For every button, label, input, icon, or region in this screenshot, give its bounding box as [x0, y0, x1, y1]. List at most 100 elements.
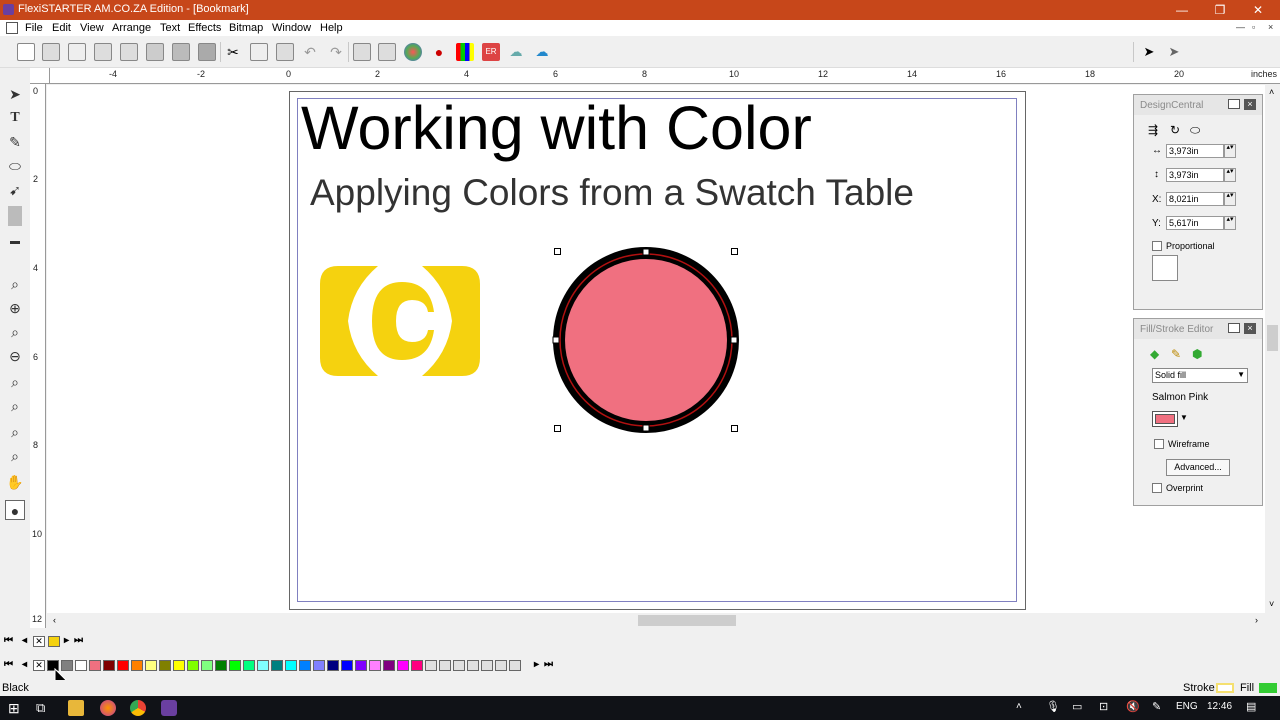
color-picker-icon[interactable]: ● [430, 43, 448, 61]
wireframe-checkbox[interactable] [1154, 439, 1164, 449]
menu-edit[interactable]: Edit [52, 22, 71, 34]
swatch-table-icon[interactable] [456, 43, 474, 61]
vertical-scrollbar[interactable]: ˄ ˅ [1265, 85, 1280, 613]
color-swatch[interactable] [75, 660, 87, 671]
pattern-swatch[interactable] [509, 660, 521, 671]
color-swatch[interactable] [355, 660, 367, 671]
shape-tab-icon[interactable]: ⬭ [1190, 123, 1200, 138]
volume-icon[interactable]: 🔇 [1126, 700, 1140, 713]
microphone-icon[interactable]: 🎙 [1046, 700, 1060, 713]
color-swatch[interactable] [257, 660, 269, 671]
color-swatch[interactable] [103, 660, 115, 671]
scroll-up-icon[interactable]: ˄ [1269, 87, 1274, 97]
print-icon[interactable] [146, 43, 164, 61]
y-stepper[interactable]: ▴▾ [1224, 216, 1236, 230]
color-swatch[interactable] [187, 660, 199, 671]
pattern-swatch[interactable] [467, 660, 479, 671]
recent-swatch[interactable] [48, 636, 60, 647]
menu-effects[interactable]: Effects [188, 22, 221, 34]
menu-text[interactable]: Text [160, 22, 180, 34]
windows-start-icon[interactable]: ⊞ [8, 700, 24, 716]
language-indicator[interactable]: ENG [1176, 701, 1198, 712]
pattern-swatch[interactable] [481, 660, 493, 671]
prev-arrow-icon[interactable]: ◂ [22, 635, 27, 646]
node-tool-icon[interactable]: ➹ [5, 180, 25, 200]
zoom-selected-icon[interactable]: ⌕ [5, 396, 25, 416]
document-heading[interactable]: Working with Color [301, 93, 812, 163]
panel-close-button[interactable]: × [1244, 323, 1256, 334]
first-arrow-icon[interactable]: ⏮ [4, 635, 13, 646]
color-swatch[interactable] [159, 660, 171, 671]
color-swatch[interactable] [341, 660, 353, 671]
effects-tab-icon[interactable]: ⬢ [1192, 347, 1202, 361]
fill-color-indicator[interactable] [1259, 683, 1277, 693]
battery-icon[interactable]: ▭ [1072, 700, 1082, 713]
fill-tab-icon[interactable]: ◆ [1150, 347, 1159, 361]
zoom-out-icon[interactable]: ⊖ [5, 346, 25, 366]
arrange-icon[interactable] [353, 43, 371, 61]
firefox-icon[interactable] [100, 700, 116, 716]
menu-bitmap[interactable]: Bitmap [229, 22, 263, 34]
no-color-swatch[interactable]: ✕ [33, 660, 45, 671]
import-icon[interactable] [94, 43, 112, 61]
color-swatch[interactable] [117, 660, 129, 671]
selection-handle[interactable] [731, 425, 738, 432]
color-swatch[interactable] [313, 660, 325, 671]
open-icon[interactable] [42, 43, 60, 61]
last-arrow-icon[interactable]: ⏭ [544, 659, 553, 670]
next-arrow-icon[interactable]: ▸ [534, 659, 539, 670]
proportional-checkbox[interactable] [1152, 241, 1162, 251]
color-dropdown-icon[interactable]: ▼ [1180, 413, 1188, 422]
undo-icon[interactable]: ↶ [301, 43, 319, 61]
panel-close-button[interactable]: × [1244, 99, 1256, 110]
fill-tool-icon[interactable] [8, 206, 22, 226]
y-field[interactable]: 5,617in [1166, 216, 1224, 230]
panel-minimize-button[interactable] [1228, 99, 1240, 109]
color-swatch[interactable] [229, 660, 241, 671]
doc-close-button[interactable]: × [1268, 22, 1273, 32]
selection-handle[interactable] [554, 425, 561, 432]
chrome-icon[interactable] [130, 700, 146, 716]
color-palette-icon[interactable] [404, 43, 422, 61]
ruler-origin[interactable] [30, 68, 50, 84]
scroll-right-icon[interactable]: › [1255, 615, 1258, 625]
menu-arrange[interactable]: Arrange [112, 22, 151, 34]
scroll-down-icon[interactable]: ˅ [1269, 599, 1274, 609]
pattern-swatch[interactable] [453, 660, 465, 671]
advanced-button[interactable]: Advanced... [1166, 459, 1230, 476]
pattern-swatch[interactable] [439, 660, 451, 671]
color-swatch[interactable] [173, 660, 185, 671]
send-icon[interactable] [198, 43, 216, 61]
no-color-swatch[interactable]: ✕ [33, 636, 45, 647]
color-swatch[interactable] [383, 660, 395, 671]
flexi-app-icon[interactable] [161, 700, 177, 716]
scroll-left-icon[interactable]: ‹ [53, 615, 56, 625]
network-icon[interactable]: ⊡ [1099, 700, 1108, 713]
salmon-circle[interactable] [550, 244, 742, 436]
selection-handle[interactable] [731, 248, 738, 255]
cloud-icon[interactable]: ☁ [507, 43, 525, 61]
menu-file[interactable]: File [25, 22, 43, 34]
zoom-actual-icon[interactable]: ⌕ [5, 446, 25, 466]
clock[interactable]: 12:46 [1207, 701, 1232, 712]
color-swatch[interactable] [327, 660, 339, 671]
zoom-in-icon[interactable]: ⊕ [5, 298, 25, 318]
prev-arrow-icon[interactable]: ◂ [22, 659, 27, 670]
color-swatch[interactable] [89, 660, 101, 671]
file-explorer-icon[interactable] [68, 700, 84, 716]
x-stepper[interactable]: ▴▾ [1224, 192, 1236, 206]
menu-help[interactable]: Help [320, 22, 343, 34]
color-swatch[interactable] [215, 660, 227, 671]
menu-view[interactable]: View [80, 22, 104, 34]
grid-icon[interactable] [378, 43, 396, 61]
color-swatch[interactable] [369, 660, 381, 671]
zoom-page-icon[interactable]: ⌕ [5, 322, 25, 342]
width-stepper[interactable]: ▴▾ [1224, 144, 1236, 158]
cut-contour-icon[interactable] [172, 43, 190, 61]
measure-tool-icon[interactable]: ▬ [5, 232, 25, 252]
node-select-icon[interactable]: ➤ [1165, 43, 1183, 61]
height-field[interactable]: 3,973in [1166, 168, 1224, 182]
last-arrow-icon[interactable]: ⏭ [74, 635, 83, 646]
rotate-tab-icon[interactable]: ↻ [1170, 123, 1180, 137]
fill-type-select[interactable]: Solid fill ▼ [1152, 368, 1248, 383]
